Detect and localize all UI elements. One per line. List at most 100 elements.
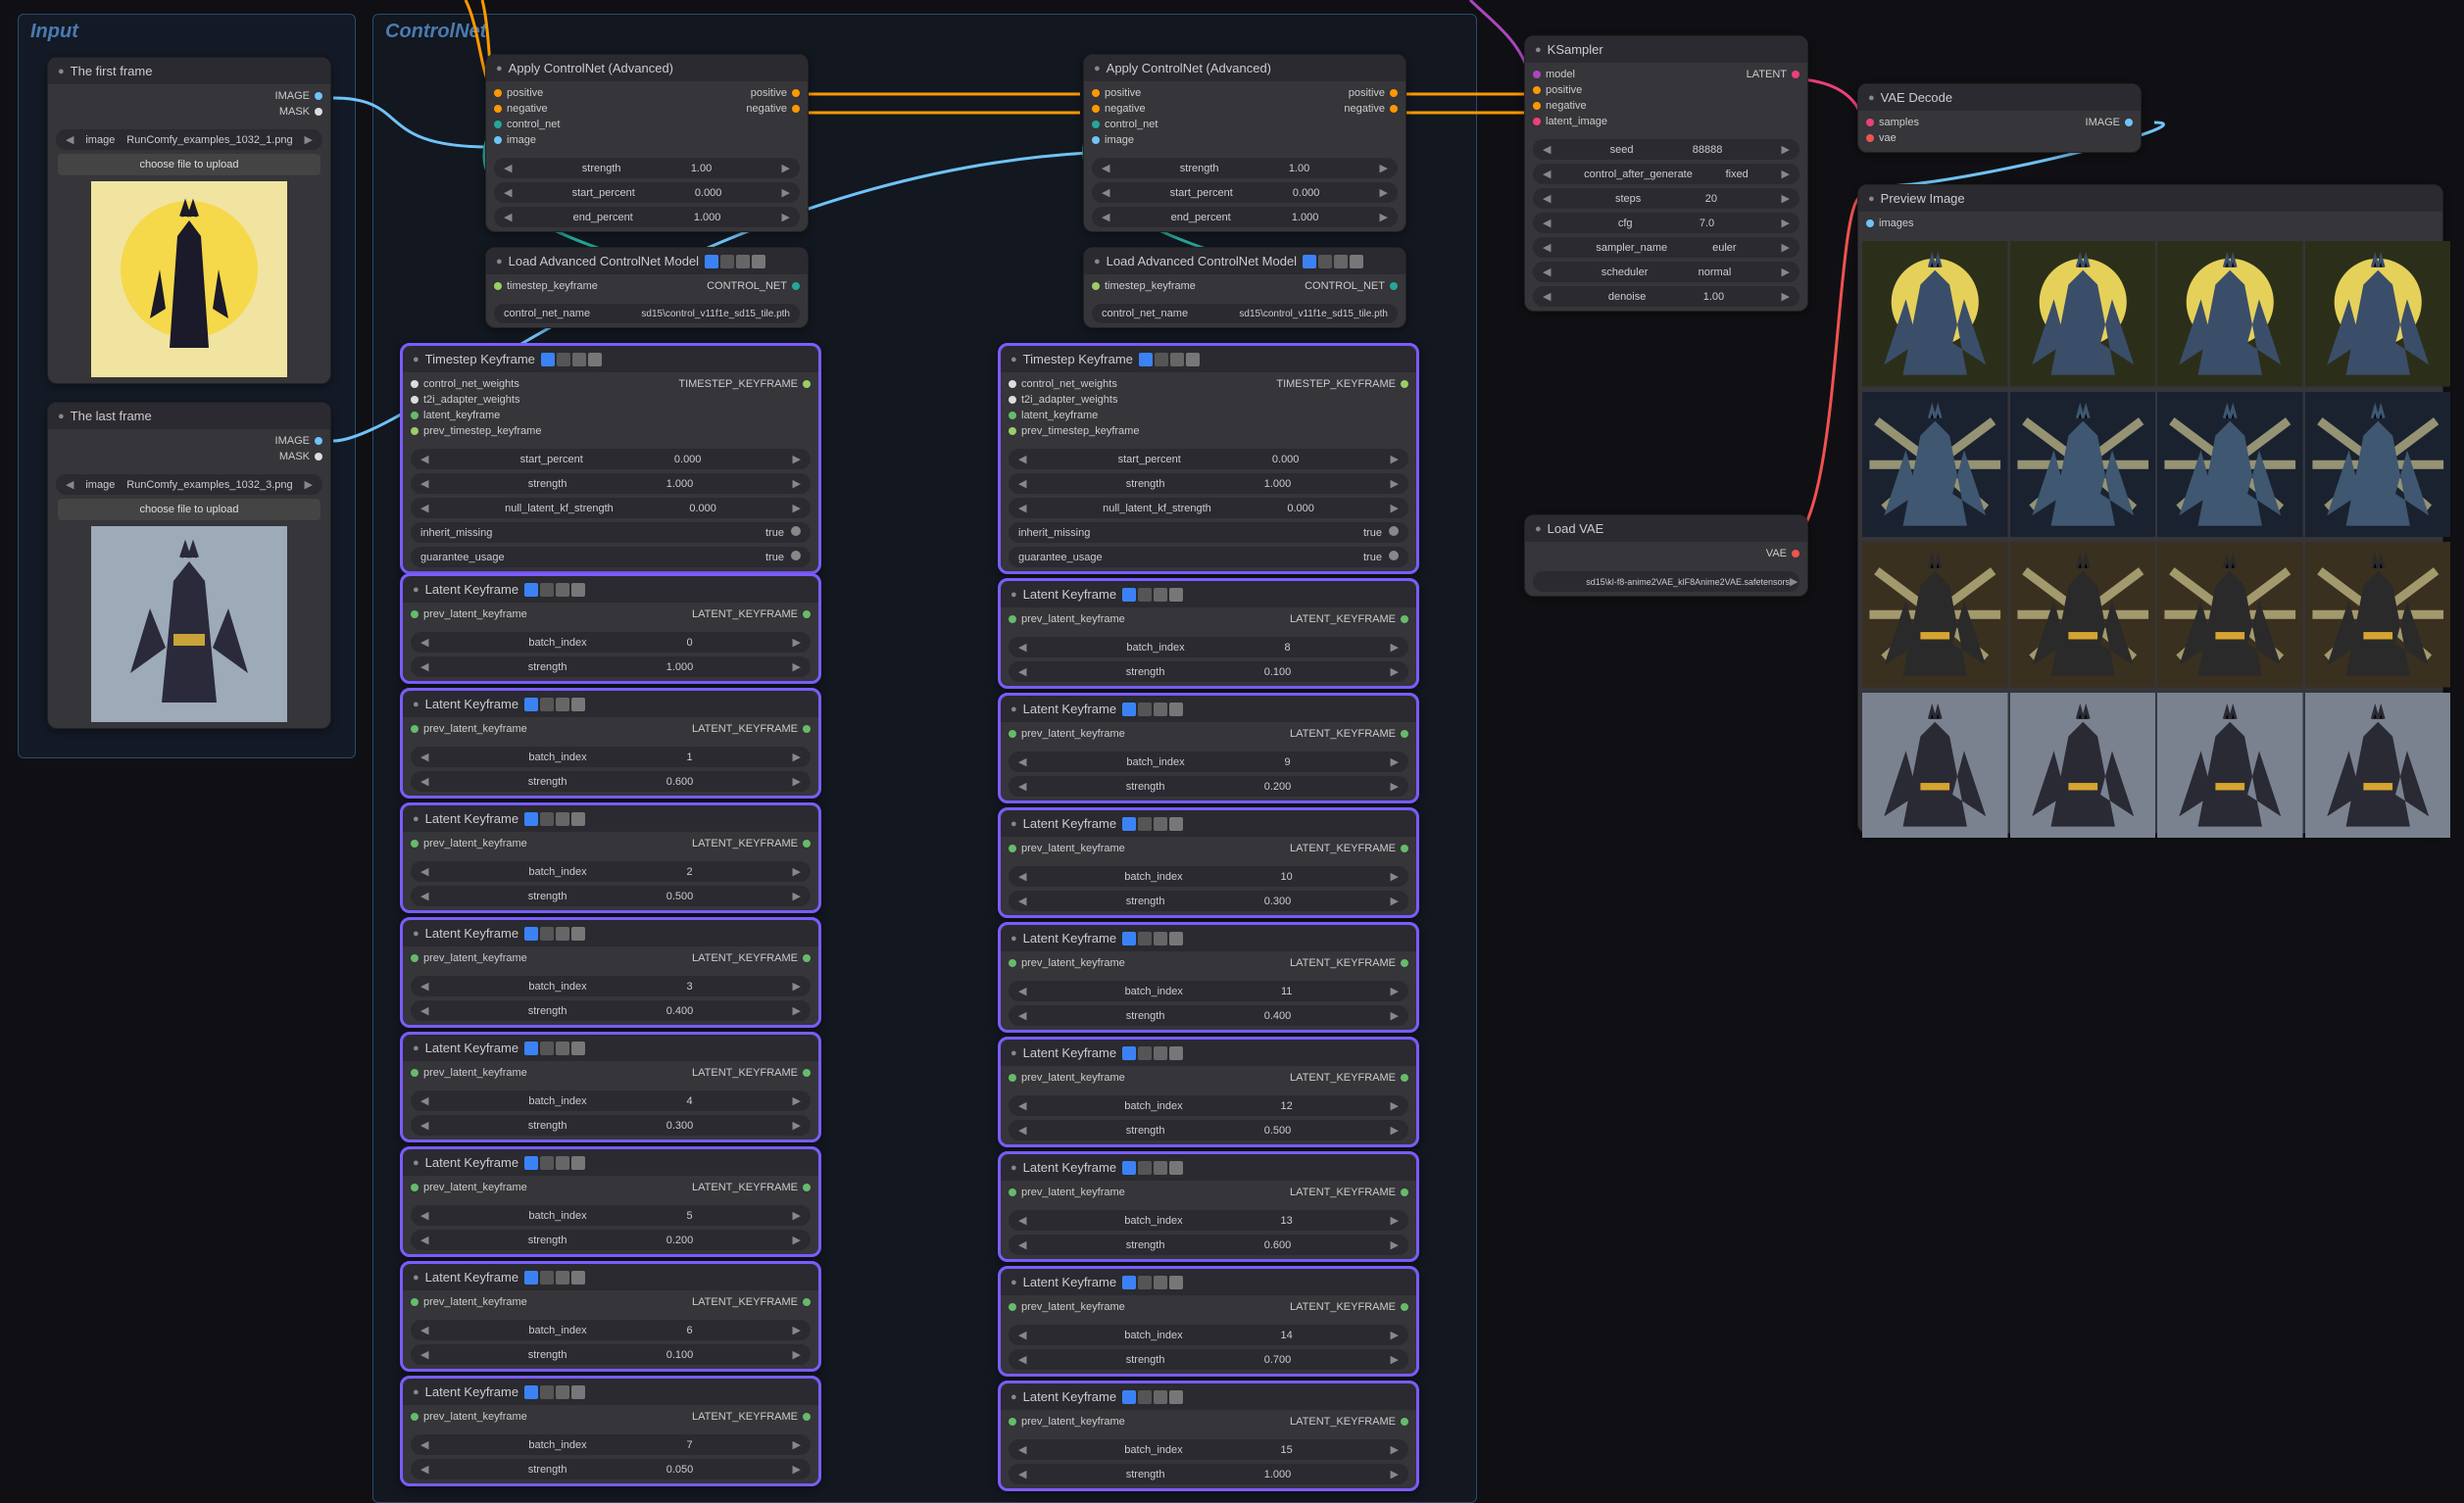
port-in-timestep[interactable]: timestep_keyframe	[1092, 280, 1196, 292]
arrow-left-icon[interactable]: ◀	[66, 478, 74, 491]
collapse-icon[interactable]: ●	[413, 1042, 419, 1054]
port-in-vae[interactable]: vae	[1866, 132, 1897, 144]
widget-strength[interactable]: ◀strength0.400▶	[1009, 1005, 1408, 1026]
widget-strength[interactable]: ◀strength0.050▶	[411, 1459, 811, 1479]
widget-sampler[interactable]: ◀sampler_nameeuler▶	[1533, 237, 1799, 258]
widget-vaename[interactable]: sd15\kl-f8-anime2VAE_klF8Anime2VAE.safet…	[1533, 571, 1799, 592]
widget-strength[interactable]: ◀strength0.400▶	[411, 1000, 811, 1021]
node-title-latentkf[interactable]: ●Latent Keyframe	[403, 1035, 818, 1061]
port-in-image[interactable]: image	[494, 134, 536, 146]
port-in-controlnet[interactable]: control_net	[494, 119, 560, 130]
widget-batch-index[interactable]: ◀batch_index0▶	[411, 632, 811, 653]
port-out-lkf[interactable]: LATENT_KEYFRAME	[692, 838, 811, 849]
port-out-vae[interactable]: VAE	[1766, 548, 1799, 559]
widget-batch-index[interactable]: ◀batch_index15▶	[1009, 1439, 1408, 1460]
collapse-icon[interactable]: ●	[413, 1157, 419, 1169]
port-in-prev[interactable]: prev_latent_keyframe	[1009, 1301, 1125, 1313]
node-title-firstframe[interactable]: ●The first frame	[48, 58, 330, 84]
port-in-positive[interactable]: positive	[494, 87, 543, 99]
node-title-preview[interactable]: ●Preview Image	[1858, 185, 2442, 212]
port-out-lkf[interactable]: LATENT_KEYFRAME	[692, 723, 811, 735]
node-title-loadcn2[interactable]: ●Load Advanced ControlNet Model	[1084, 248, 1405, 274]
widget-strength[interactable]: ◀strength0.200▶	[1009, 776, 1408, 797]
node-title-latentkf[interactable]: ●Latent Keyframe	[403, 805, 818, 832]
widget-guarantee[interactable]: guarantee_usagetrue	[1009, 547, 1408, 567]
node-title-applycn1[interactable]: ●Apply ControlNet (Advanced)	[486, 55, 808, 81]
port-in-prev[interactable]: prev_timestep_keyframe	[411, 425, 541, 437]
port-in-controlnet[interactable]: control_net	[1092, 119, 1158, 130]
port-in-timestep[interactable]: timestep_keyframe	[494, 280, 598, 292]
port-in-prev[interactable]: prev_latent_keyframe	[411, 1067, 527, 1079]
widget-null-latent-kf-strength[interactable]: ◀null_latent_kf_strength0.000▶	[1009, 498, 1408, 518]
port-out-negative[interactable]: negative	[1344, 103, 1398, 115]
collapse-icon[interactable]: ●	[1868, 92, 1875, 104]
node-title-latentkf[interactable]: ●Latent Keyframe	[1001, 1154, 1416, 1181]
port-in-negative[interactable]: negative	[1533, 100, 1587, 112]
widget-batch-index[interactable]: ◀batch_index2▶	[411, 861, 811, 882]
collapse-icon[interactable]: ●	[1010, 354, 1017, 365]
collapse-icon[interactable]: ●	[1010, 818, 1017, 830]
port-out-negative[interactable]: negative	[746, 103, 800, 115]
collapse-icon[interactable]: ●	[1010, 933, 1017, 945]
collapse-icon[interactable]: ●	[413, 928, 419, 940]
node-title-lastframe[interactable]: ●The last frame	[48, 403, 330, 429]
widget-strength[interactable]: ◀strength1.000▶	[411, 473, 811, 494]
collapse-icon[interactable]: ●	[1010, 589, 1017, 601]
widget-strength[interactable]: ◀strength0.100▶	[411, 1344, 811, 1365]
widget-batch-index[interactable]: ◀batch_index4▶	[411, 1091, 811, 1111]
node-title-latentkf[interactable]: ●Latent Keyframe	[1001, 1383, 1416, 1410]
port-out-latent[interactable]: LATENT	[1747, 69, 1799, 80]
node-title-latentkf[interactable]: ●Latent Keyframe	[403, 1149, 818, 1176]
port-in-positive[interactable]: positive	[1533, 84, 1582, 96]
node-title-loadcn1[interactable]: ●Load Advanced ControlNet Model	[486, 248, 808, 274]
widget-strength[interactable]: ◀strength0.600▶	[411, 771, 811, 792]
arrow-right-icon[interactable]: ▶	[305, 133, 313, 146]
port-out-positive[interactable]: positive	[751, 87, 800, 99]
widget-strength[interactable]: ◀strength1.00▶	[1092, 158, 1398, 178]
port-out-lkf[interactable]: LATENT_KEYFRAME	[692, 1182, 811, 1193]
widget-steps[interactable]: ◀steps20▶	[1533, 188, 1799, 209]
node-title-loadvae[interactable]: ●Load VAE	[1525, 515, 1807, 542]
port-in-lkf[interactable]: latent_keyframe	[411, 410, 500, 421]
node-title-latentkf[interactable]: ●Latent Keyframe	[403, 576, 818, 603]
node-title-latentkf[interactable]: ●Latent Keyframe	[1001, 581, 1416, 607]
port-in-images[interactable]: images	[1866, 218, 1913, 229]
widget-batch-index[interactable]: ◀batch_index8▶	[1009, 637, 1408, 657]
collapse-icon[interactable]: ●	[413, 699, 419, 710]
port-out-lkf[interactable]: LATENT_KEYFRAME	[1290, 728, 1408, 740]
widget-start-percent[interactable]: ◀start_percent0.000▶	[411, 449, 811, 469]
port-out-tkf[interactable]: TIMESTEP_KEYFRAME	[678, 378, 811, 390]
node-title-latentkf[interactable]: ●Latent Keyframe	[403, 920, 818, 946]
upload-button[interactable]: choose file to upload	[58, 154, 320, 175]
port-in-prev[interactable]: prev_latent_keyframe	[1009, 1416, 1125, 1428]
port-out-controlnet[interactable]: CONTROL_NET	[707, 280, 800, 292]
port-in-latentimage[interactable]: latent_image	[1533, 116, 1607, 127]
port-out-image[interactable]: IMAGE	[2086, 117, 2133, 128]
widget-end[interactable]: ◀end_percent1.000▶	[1092, 207, 1398, 227]
collapse-icon[interactable]: ●	[58, 66, 65, 77]
widget-batch-index[interactable]: ◀batch_index12▶	[1009, 1095, 1408, 1116]
widget-batch-index[interactable]: ◀batch_index14▶	[1009, 1325, 1408, 1345]
widget-start-percent[interactable]: ◀start_percent0.000▶	[1009, 449, 1408, 469]
widget-strength[interactable]: ◀strength0.600▶	[1009, 1235, 1408, 1255]
widget-inherit[interactable]: inherit_missingtrue	[411, 522, 811, 543]
port-in-prev[interactable]: prev_latent_keyframe	[411, 723, 527, 735]
port-in-model[interactable]: model	[1533, 69, 1575, 80]
port-in-samples[interactable]: samples	[1866, 117, 1919, 128]
port-in-cnweights[interactable]: control_net_weights	[411, 378, 519, 390]
widget-strength[interactable]: ◀strength0.500▶	[1009, 1120, 1408, 1140]
port-in-prev[interactable]: prev_latent_keyframe	[1009, 728, 1125, 740]
collapse-icon[interactable]: ●	[1535, 523, 1542, 535]
port-in-image[interactable]: image	[1092, 134, 1134, 146]
node-title-latentkf[interactable]: ●Latent Keyframe	[1001, 1269, 1416, 1295]
collapse-icon[interactable]: ●	[1010, 1277, 1017, 1288]
node-title-timestepkf[interactable]: ●Timestep Keyframe	[403, 346, 818, 372]
port-in-prev[interactable]: prev_timestep_keyframe	[1009, 425, 1139, 437]
collapse-icon[interactable]: ●	[413, 1272, 419, 1284]
upload-button[interactable]: choose file to upload	[58, 499, 320, 520]
collapse-icon[interactable]: ●	[496, 256, 503, 267]
widget-batch-index[interactable]: ◀batch_index1▶	[411, 747, 811, 767]
widget-strength[interactable]: ◀strength1.00▶	[494, 158, 800, 178]
widget-batch-index[interactable]: ◀batch_index7▶	[411, 1434, 811, 1455]
collapse-icon[interactable]: ●	[1010, 1162, 1017, 1174]
